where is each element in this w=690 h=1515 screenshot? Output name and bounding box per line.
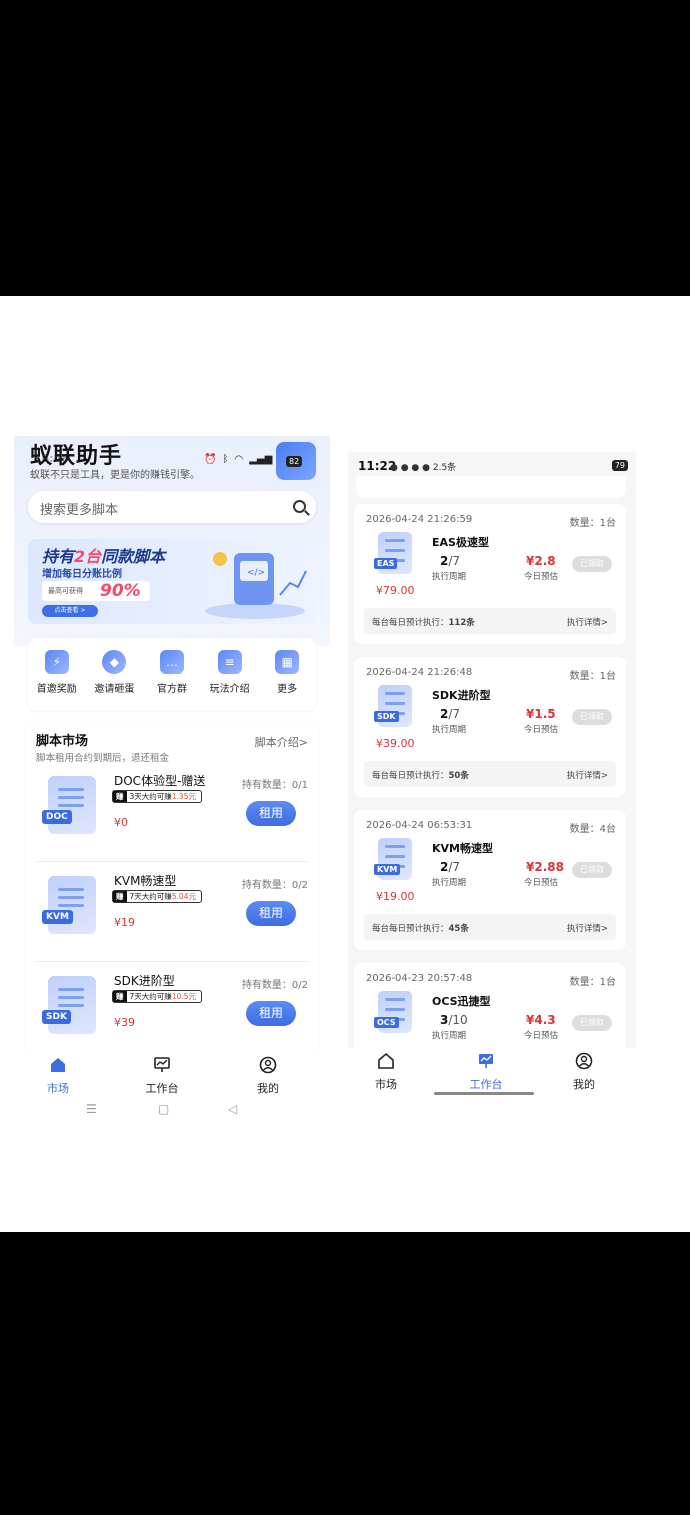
card-footer: 每台每日预计执行：45条 执行详情> <box>364 914 616 940</box>
ocs-script-icon: OCS <box>374 991 414 1035</box>
search-placeholder: 搜索更多脚本 <box>40 503 119 518</box>
book-icon: ≡ <box>217 650 242 674</box>
claimed-button[interactable]: 已领取 <box>572 1015 612 1031</box>
claimed-button[interactable]: 已领取 <box>572 709 612 725</box>
market-title: 脚本市场 <box>36 734 89 749</box>
bottom-tab-bar: 市场 工作台 我的 <box>348 1048 636 1102</box>
quick-item-official-group[interactable]: … 官方群 <box>144 650 200 710</box>
exec-detail-link[interactable]: 执行详情> <box>567 769 608 781</box>
hold-count: 持有数量：0/2 <box>241 980 308 991</box>
bottom-tab-bar: 市场 工作台 我的 ☰ ▢ ◁ <box>14 1050 330 1126</box>
order-card[interactable]: 2026-04-24 06:53:31 数量：4台 KVM KVM畅速型 2/7… <box>354 810 626 950</box>
sdk-script-icon: SDK <box>374 685 414 729</box>
signal-icon: ▂▄▆ <box>249 454 273 465</box>
home-icon <box>378 1052 394 1069</box>
alarm-icon: ⏰ <box>204 454 217 465</box>
status-icons: ⏰ ᛒ ◠ ▂▄▆ <box>204 454 272 465</box>
script-intro-link[interactable]: 脚本介绍> <box>255 734 308 750</box>
tab-workbench[interactable]: 工作台 <box>456 1052 516 1092</box>
rent-button[interactable]: 租用 <box>246 901 296 926</box>
quick-item-egg[interactable]: ◆ 邀请砸蛋 <box>86 650 142 710</box>
market-subtitle: 脚本租用合约到期后，退还租金 <box>36 753 170 764</box>
script-market: 脚本市场 脚本租用合约到期后，退还租金 脚本介绍> DOC DOC体验型-赠送 … <box>26 722 318 1052</box>
recents-button[interactable]: ☰ <box>86 1102 97 1116</box>
search-icon[interactable] <box>293 500 306 513</box>
exec-detail-link[interactable]: 执行详情> <box>567 616 608 628</box>
claimed-button[interactable]: 已领取 <box>572 862 612 878</box>
kvm-script-icon: KVM <box>374 838 414 882</box>
status-notification-icons: ● ● ● ● 2.5条 <box>390 463 457 473</box>
tab-market[interactable]: 市场 <box>356 1052 416 1092</box>
sdk-script-icon: SDK <box>42 976 96 1034</box>
product-item: SDK SDK进阶型 赚 7天大约可赚10.5元 ¥39 持有数量：0/2 租用 <box>36 966 308 1062</box>
status-time: 16:48 <box>34 452 70 465</box>
card-footer: 每台每日预计执行：50条 执行详情> <box>364 761 616 787</box>
tab-market[interactable]: 市场 <box>28 1056 88 1096</box>
app-subtitle: 蚁联不只是工具，更是你的赚钱引擎。 <box>30 470 200 481</box>
user-icon <box>259 1056 277 1074</box>
banner-rate-chip: 最高可获得 90% <box>42 581 150 601</box>
user-icon <box>575 1052 593 1070</box>
hold-count: 持有数量：0/1 <box>241 780 308 791</box>
doc-script-icon: DOC <box>42 776 96 834</box>
banner-cta-button[interactable]: 点击查看 > <box>42 605 98 617</box>
claimed-button[interactable]: 已领取 <box>572 556 612 572</box>
divider <box>36 961 308 962</box>
home-indicator[interactable] <box>434 1092 534 1095</box>
order-card[interactable]: 2026-04-24 21:26:48 数量：1台 SDK SDK进阶型 2/7… <box>354 657 626 797</box>
system-nav-bar: ☰ ▢ ◁ <box>14 1102 330 1122</box>
divider <box>36 861 308 862</box>
bluetooth-icon: ᛒ <box>222 454 229 465</box>
kvm-script-icon: KVM <box>42 876 96 934</box>
hold-count: 持有数量：0/2 <box>241 880 308 891</box>
battery-indicator: 79 <box>611 460 628 471</box>
product-price: ¥39 <box>114 1016 135 1029</box>
svg-text:</>: </> <box>247 568 265 578</box>
chat-icon: … <box>159 650 184 674</box>
product-price: ¥19 <box>114 916 135 929</box>
earn-badge: 赚 7天大约可赚5.04元 <box>112 890 202 903</box>
earn-badge: 赚 7天大约可赚10.5元 <box>112 990 202 1003</box>
black-band-top <box>0 0 690 296</box>
earn-badge: 赚 3天大约可赚1.35元 <box>112 790 202 803</box>
rent-button[interactable]: 租用 <box>246 1001 296 1026</box>
home-button[interactable]: ▢ <box>158 1102 169 1116</box>
quick-item-invite-reward[interactable]: ⚡ 首邀奖励 <box>29 650 85 710</box>
grid-icon: ▦ <box>275 650 300 674</box>
market-screen: 蚁联助手 16:48 蚁联不只是工具，更是你的赚钱引擎。 ⏰ ᛒ ◠ ▂▄▆ 8… <box>14 436 330 1126</box>
quick-item-more[interactable]: ▦ 更多 <box>259 650 315 710</box>
black-band-bottom <box>0 1232 690 1515</box>
battery-indicator: 82 <box>286 456 303 467</box>
product-item: KVM KVM畅速型 赚 7天大约可赚5.04元 ¥19 持有数量：0/2 租用 <box>36 866 308 962</box>
exec-detail-link[interactable]: 执行详情> <box>567 922 608 934</box>
tab-profile[interactable]: 我的 <box>238 1056 298 1096</box>
back-button[interactable]: ◁ <box>228 1102 237 1116</box>
rent-button[interactable]: 租用 <box>246 801 296 826</box>
product-item: DOC DOC体验型-赠送 赚 3天大约可赚1.35元 ¥0 持有数量：0/1 租… <box>36 766 308 862</box>
monitor-icon <box>154 1057 170 1072</box>
quick-actions: ⚡ 首邀奖励 ◆ 邀请砸蛋 … 官方群 ≡ 玩法介绍 ▦ 更多 <box>28 638 316 710</box>
banner-headline: 持有2台同款脚本 <box>42 547 166 566</box>
tab-profile[interactable]: 我的 <box>554 1052 614 1092</box>
home-icon <box>51 1058 65 1072</box>
order-card[interactable]: 2026-04-24 21:26:59 数量：1台 EAS EAS极速型 2/7… <box>354 504 626 644</box>
previous-card-edge <box>356 476 626 498</box>
workbench-screen: 11:22 ● ● ● ● 2.5条 79 2026-04-24 21:26:5… <box>348 452 636 1102</box>
banner-illustration: </> <box>205 552 307 619</box>
lightning-icon: ⚡ <box>44 650 69 674</box>
tab-workbench[interactable]: 工作台 <box>132 1056 192 1096</box>
monitor-icon <box>479 1054 493 1068</box>
search-bar[interactable]: 搜索更多脚本 <box>28 491 316 523</box>
promo-banner[interactable]: 持有2台同款脚本 增加每日分账比例 最高可获得 90% 点击查看 > </> <box>28 539 316 624</box>
egg-icon: ◆ <box>102 650 127 674</box>
wifi-icon: ◠ <box>234 454 244 465</box>
card-footer: 每台每日预计执行：112条 执行详情> <box>364 608 616 634</box>
quick-item-guide[interactable]: ≡ 玩法介绍 <box>202 650 258 710</box>
product-price: ¥0 <box>114 816 128 829</box>
banner-subline: 增加每日分账比例 <box>42 569 122 580</box>
eas-script-icon: EAS <box>374 532 414 576</box>
